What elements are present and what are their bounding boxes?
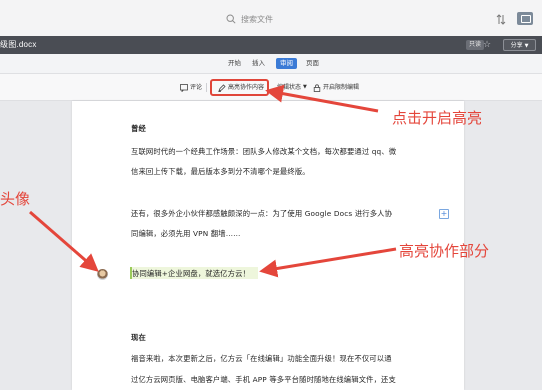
tab-insert[interactable]: 插入 (248, 58, 269, 69)
paragraph-line: 福音来啦，本次更新之后，亿方云「在线编辑」功能全面升级！现在不仅可以通 (131, 354, 392, 363)
sort-icon[interactable] (496, 14, 506, 25)
status-badge: 只读 (466, 40, 485, 50)
search-icon (226, 14, 236, 24)
paragraph-line: 还有，很多外企小伙伴都感触颇深的一点：为了使用 Google Docs 进行多人… (131, 209, 393, 218)
paragraph-line: 同编辑，必须先用 VPN 翻墙…… (131, 229, 241, 238)
comment-button[interactable]: 评论 (180, 82, 202, 93)
comment-label: 评论 (190, 84, 203, 91)
star-icon[interactable]: ☆ (483, 39, 491, 51)
tab-start[interactable]: 开始 (224, 58, 245, 69)
lock-icon (313, 83, 321, 92)
annotation-highlight-part: 高亮协作部分 (399, 242, 490, 260)
search-placeholder: 搜索文件 (241, 14, 273, 24)
tab-review[interactable]: 审阅 (276, 58, 297, 69)
heading-now: 现在 (131, 333, 146, 342)
review-toolbar: 评论 高亮协作内容 编辑状态 ▼ 开启限制编辑 (0, 74, 542, 101)
comment-icon (180, 83, 188, 92)
edit-state-label: 编辑状态 (277, 84, 302, 91)
annotation-red-box (210, 79, 269, 96)
chevron-down-icon: ▼ (524, 43, 529, 49)
avatar (97, 269, 108, 280)
highlighted-text: 协同编辑+企业网盘，就选亿方云！ (132, 269, 250, 278)
edit-state-dropdown[interactable]: 编辑状态 ▼ (277, 82, 307, 93)
document-header: 级图.docx 只读 ☆ 分享 ▼ (0, 36, 542, 54)
top-bar: 搜索文件 (0, 0, 542, 37)
paragraph-line: 信来回上传下载，最后版本多到分不清哪个是最终版。 (131, 167, 310, 176)
restrict-edit-label: 开启限制编辑 (323, 84, 360, 91)
restrict-edit-button[interactable]: 开启限制编辑 (313, 82, 359, 93)
toolbar-divider (206, 83, 207, 92)
left-gutter (0, 101, 72, 390)
heading-before: 曾经 (131, 124, 146, 133)
share-button[interactable]: 分享 ▼ (503, 39, 536, 51)
annotation-click-highlight: 点击开启高亮 (392, 109, 483, 127)
app-launcher-icon[interactable] (517, 12, 533, 25)
paragraph-line: 互联网时代的一个经典工作场景：团队多人修改某个文档，每次都要通过 qq、微 (131, 147, 397, 156)
search-input[interactable]: 搜索文件 (226, 11, 273, 27)
ribbon-tabs: 开始 插入 审阅 页面 (0, 54, 542, 74)
paragraph-line: 过亿方云网页版、电脑客户端、手机 APP 等多平台随时随地在线编辑文件，还支 (131, 375, 396, 384)
annotation-avatar: 头像 (0, 190, 31, 208)
chevron-down-icon: ▼ (303, 84, 307, 90)
tab-page[interactable]: 页面 (302, 58, 323, 69)
add-comment-icon[interactable]: + (439, 209, 449, 219)
share-button-label: 分享 (510, 42, 523, 49)
document-title: 级图.docx (0, 40, 37, 49)
